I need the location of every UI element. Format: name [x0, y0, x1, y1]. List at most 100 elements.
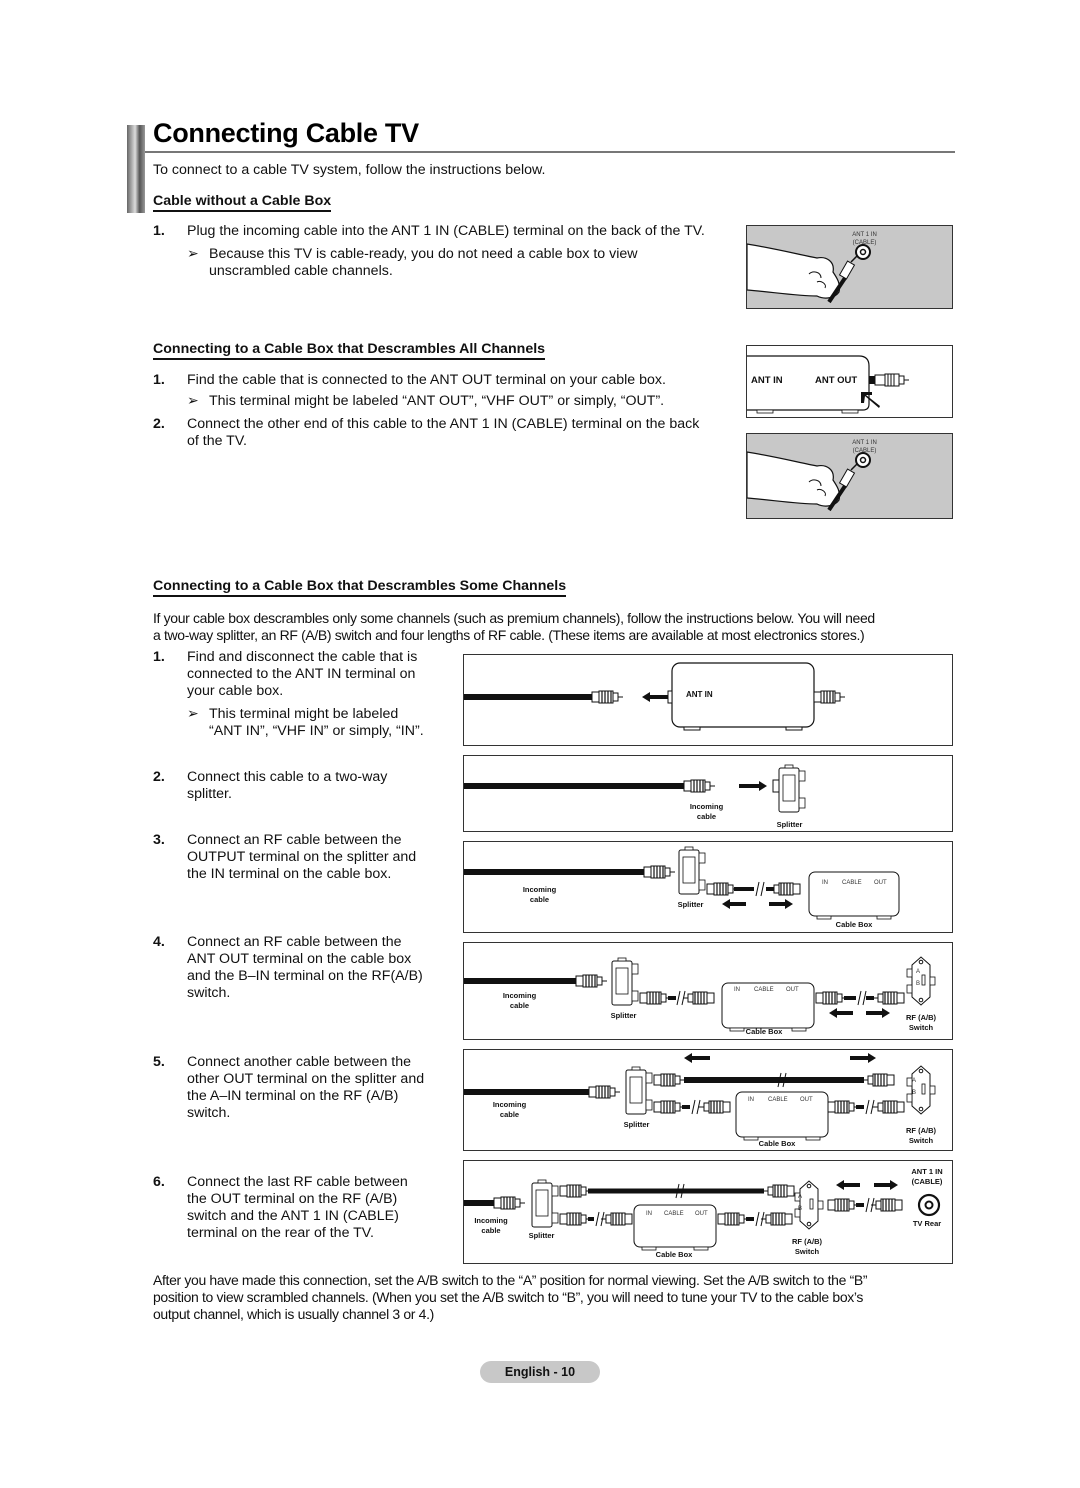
cable-box-foot — [816, 915, 832, 920]
box-out-label: OUT — [874, 880, 887, 886]
cable-text: cable — [481, 1226, 501, 1235]
switch-a-label: A — [798, 1194, 803, 1200]
ant1-label-line1: ANT 1 IN — [852, 440, 877, 446]
box-in-label: IN — [822, 880, 828, 886]
rf-connector — [813, 690, 845, 704]
incoming-text: Incoming — [474, 1216, 508, 1225]
switch-toggle — [921, 974, 926, 986]
splitter-tab — [537, 1179, 547, 1184]
incoming-cable-label: Incoming cable — [492, 991, 547, 1011]
note-text: Because this TV is cable-ready, you do n… — [209, 246, 638, 262]
step-number: 2. — [153, 416, 165, 432]
splitter-tab — [617, 957, 627, 962]
switch-text: Switch — [908, 1023, 934, 1032]
diagram-step5-splitter-to-switch: Incoming cable Splitter Cable Box IN CAB… — [463, 1049, 953, 1151]
splitter-port — [798, 770, 806, 782]
cable-line — [668, 996, 676, 1000]
cable-text: cable — [499, 1110, 520, 1119]
cable-break — [760, 881, 765, 897]
rf-connector — [653, 1100, 685, 1114]
step-line: splitter. — [187, 786, 232, 802]
cable-box-label: Cable Box — [655, 1250, 693, 1259]
step-text: Connect an RF cable between the ANT OUT … — [187, 934, 423, 1002]
arrow-right-icon — [850, 1053, 876, 1063]
step-line: your cable box. — [187, 683, 284, 699]
cable-box-shape — [808, 871, 900, 917]
cable-line — [464, 1089, 589, 1095]
splitter-window — [629, 1076, 643, 1104]
step-number: 3. — [153, 832, 165, 848]
splitter-port — [551, 1185, 559, 1197]
step-line: connected to the ANT IN terminal on — [187, 666, 416, 682]
tv-cable-text: (CABLE) — [911, 1177, 943, 1186]
box-out-label: OUT — [786, 987, 799, 993]
cable-line — [734, 887, 754, 891]
incoming-text: Incoming — [689, 802, 724, 811]
cable-box-foot — [805, 1136, 821, 1141]
step-number: 1. — [153, 649, 165, 665]
splitter-in-port — [772, 779, 780, 793]
cable-line — [682, 1105, 690, 1109]
arrow-left-icon — [722, 899, 746, 909]
cable-line — [866, 996, 874, 1000]
cable-break — [865, 1099, 870, 1115]
arrow-left-icon — [829, 1008, 853, 1018]
rf-connector — [683, 779, 715, 793]
rf-connector — [653, 1073, 685, 1087]
cable-box-label: Cable Box — [745, 1027, 783, 1036]
rf-ab-text: RF (A/B) — [906, 1126, 936, 1135]
note: ➢ This terminal might be labeled “ANT OUT… — [187, 393, 664, 410]
switch-toggle — [921, 1083, 926, 1095]
cable-line — [856, 1105, 864, 1109]
switch-b-label: B — [916, 981, 921, 987]
incoming-cable-label: Incoming cable — [512, 885, 567, 905]
section-heading-some-channels: Connecting to a Cable Box that Descrambl… — [153, 578, 567, 597]
ant-out-label: ANT OUT — [815, 375, 858, 386]
cable-break — [857, 990, 862, 1006]
step-line: Connect this cable to a two-way — [187, 769, 388, 785]
note-text: “ANT IN”, “VHF IN” or simply, “IN”. — [209, 723, 424, 739]
cable-box-foot — [791, 1027, 807, 1032]
step-number: 1. — [153, 223, 165, 239]
cable-break — [865, 1197, 870, 1213]
rf-switch-label: RF (A/B) Switch — [896, 1013, 946, 1033]
splitter-port — [798, 797, 806, 809]
step-line: the OUT terminal on the RF (A/B) — [187, 1191, 398, 1207]
ant1-label-line2: (CABLE) — [852, 448, 877, 454]
rf-connector — [643, 865, 675, 879]
box-in-label: IN — [748, 1097, 754, 1103]
splitter-port — [698, 852, 706, 864]
switch-a-label: A — [912, 1078, 917, 1084]
rf-connector — [601, 1212, 633, 1226]
splitter-tab — [631, 1066, 641, 1071]
box-port — [667, 690, 673, 704]
splitter-label: Splitter — [677, 900, 704, 909]
ant1-label: ANT 1 IN (CABLE) — [842, 231, 887, 247]
switch-text: Switch — [794, 1247, 820, 1256]
cable-break — [862, 990, 867, 1006]
tv-ant-jack-icon — [917, 1193, 941, 1217]
cable-line — [844, 996, 856, 1000]
step-text-line: of the TV. — [187, 433, 247, 449]
step-line: Connect the last RF cable between — [187, 1174, 408, 1190]
page-number-badge: English - 10 — [480, 1361, 600, 1383]
step-line: switch and the ANT 1 IN (CABLE) — [187, 1208, 399, 1224]
arrow-right-icon — [739, 781, 767, 791]
outro-line: output channel, which is usually channel… — [153, 1306, 434, 1322]
incoming-cable-label: Incoming cable — [679, 802, 734, 822]
intro-line: If your cable box descrambles only some … — [153, 610, 875, 626]
outro-line: After you have made this connection, set… — [153, 1272, 868, 1288]
cable-line — [684, 1077, 864, 1083]
step-line: the IN terminal on the cable box. — [187, 866, 392, 882]
tv-ant1-label: ANT 1 IN (CABLE) — [904, 1167, 950, 1187]
splitter-port — [645, 1072, 653, 1084]
cable-box-foot — [683, 726, 701, 731]
arrow-right-icon — [874, 1180, 898, 1190]
ant1-label: ANT 1 IN (CABLE) — [842, 439, 887, 455]
note-arrow-icon: ➢ — [187, 393, 199, 409]
cable-text: cable — [509, 1001, 530, 1010]
rf-connector — [559, 1212, 591, 1226]
cable-box-foot — [785, 726, 803, 731]
diagram-step2-splitter: Incoming cable Splitter — [463, 755, 953, 832]
box-out-label: OUT — [695, 1211, 708, 1217]
